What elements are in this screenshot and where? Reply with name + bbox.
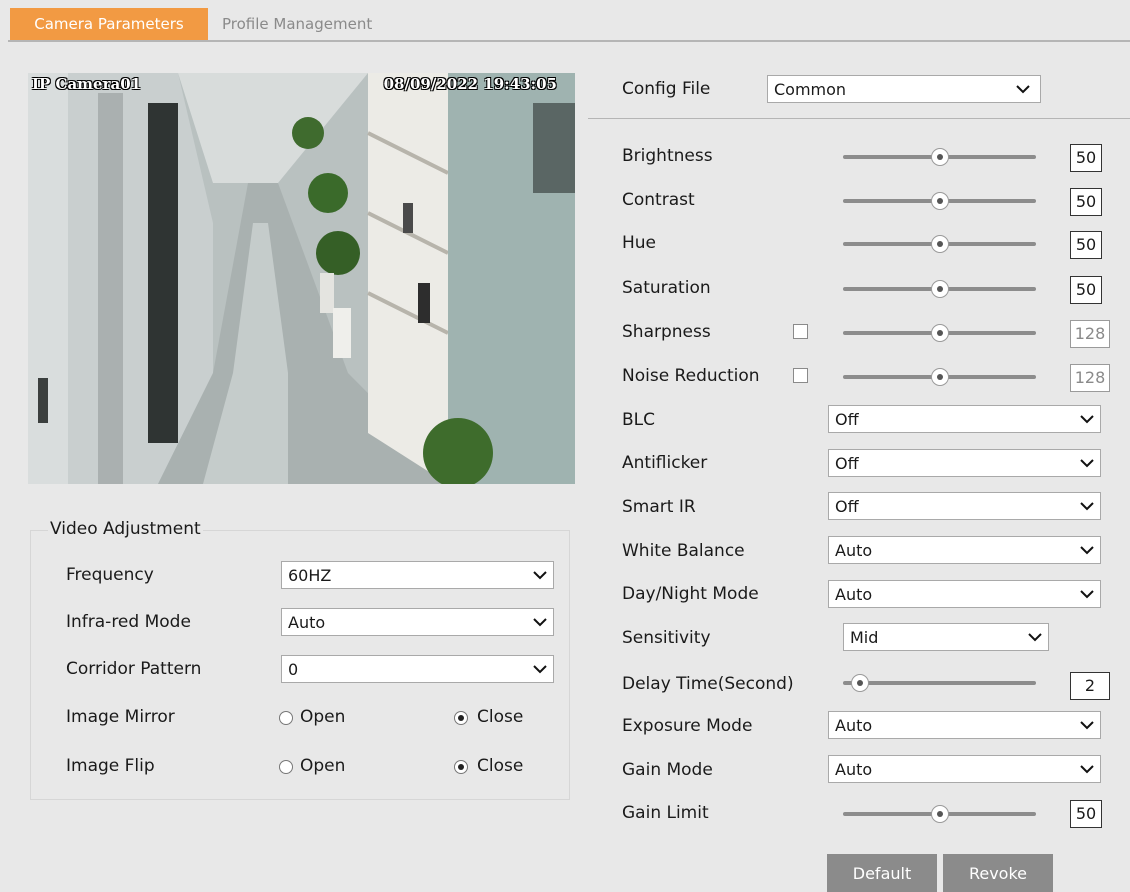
hue-slider-handle[interactable] <box>931 235 949 253</box>
blc-select[interactable]: Off <box>828 405 1101 433</box>
contrast-slider-handle[interactable] <box>931 192 949 210</box>
delay-time-value-field[interactable]: 2 <box>1070 672 1110 700</box>
brightness-value-field[interactable]: 50 <box>1070 144 1102 172</box>
contrast-label: Contrast <box>622 190 695 210</box>
noise-reduction-slider-handle[interactable] <box>931 368 949 386</box>
delay-time-slider-track[interactable] <box>843 681 1036 685</box>
white-balance-select[interactable]: Auto <box>828 536 1101 564</box>
noise-reduction-value-field[interactable]: 128 <box>1070 364 1110 392</box>
sharpness-slider-handle[interactable] <box>931 324 949 342</box>
image-flip-close-label: Close <box>477 756 524 776</box>
video-adjustment-title: Video Adjustment <box>48 519 203 539</box>
gain-limit-label: Gain Limit <box>622 803 709 823</box>
smart-ir-select[interactable]: Off <box>828 492 1101 520</box>
antiflicker-label: Antiflicker <box>622 453 708 473</box>
brightness-label: Brightness <box>622 146 713 166</box>
corridor-pattern-select[interactable]: 0 <box>281 655 554 683</box>
frequency-select[interactable]: 60HZ <box>281 561 554 589</box>
saturation-value-field[interactable]: 50 <box>1070 276 1102 304</box>
exposure-mode-label: Exposure Mode <box>622 716 753 736</box>
antiflicker-select[interactable]: Off <box>828 449 1101 477</box>
day-night-mode-label: Day/Night Mode <box>622 584 759 604</box>
revoke-button[interactable]: Revoke <box>943 854 1053 892</box>
gain-mode-label: Gain Mode <box>622 760 713 780</box>
config-file-select[interactable]: Common <box>767 75 1041 103</box>
image-mirror-label: Image Mirror <box>66 707 175 727</box>
default-button[interactable]: Default <box>827 854 937 892</box>
delay-time-slider-handle[interactable] <box>851 674 869 692</box>
brightness-slider-handle[interactable] <box>931 148 949 166</box>
corridor-scene-image <box>28 73 575 484</box>
sensitivity-label: Sensitivity <box>622 628 711 648</box>
sharpness-checkbox[interactable] <box>793 324 808 339</box>
saturation-slider-handle[interactable] <box>931 280 949 298</box>
sensitivity-select[interactable]: Mid <box>843 623 1049 651</box>
white-balance-label: White Balance <box>622 541 745 561</box>
smart-ir-label: Smart IR <box>622 497 696 517</box>
delay-time-label: Delay Time(Second) <box>622 674 794 694</box>
noise-reduction-label: Noise Reduction <box>622 366 760 386</box>
sharpness-value-field[interactable]: 128 <box>1070 320 1110 348</box>
config-divider <box>588 118 1130 119</box>
config-file-label: Config File <box>622 79 711 99</box>
sharpness-label: Sharpness <box>622 322 711 342</box>
image-flip-open-label: Open <box>300 756 346 776</box>
image-flip-close-radio[interactable] <box>454 760 468 774</box>
gain-limit-value-field[interactable]: 50 <box>1070 800 1102 828</box>
contrast-value-field[interactable]: 50 <box>1070 188 1102 216</box>
tab-divider <box>8 40 1130 42</box>
saturation-label: Saturation <box>622 278 711 298</box>
tab-profile-management[interactable]: Profile Management <box>208 8 386 40</box>
infrared-mode-label: Infra-red Mode <box>66 612 191 632</box>
image-mirror-open-label: Open <box>300 707 346 727</box>
day-night-mode-select[interactable]: Auto <box>828 580 1101 608</box>
gain-limit-slider-handle[interactable] <box>931 805 949 823</box>
frequency-label: Frequency <box>66 565 154 585</box>
image-mirror-close-label: Close <box>477 707 524 727</box>
infrared-mode-select[interactable]: Auto <box>281 608 554 636</box>
hue-label: Hue <box>622 233 657 253</box>
blc-label: BLC <box>622 410 656 430</box>
camera-name-overlay: IP Camera01 <box>32 75 142 93</box>
image-mirror-open-radio[interactable] <box>279 711 293 725</box>
gain-mode-select[interactable]: Auto <box>828 755 1101 783</box>
image-flip-label: Image Flip <box>66 756 155 776</box>
image-mirror-close-radio[interactable] <box>454 711 468 725</box>
hue-value-field[interactable]: 50 <box>1070 231 1102 259</box>
noise-reduction-checkbox[interactable] <box>793 368 808 383</box>
exposure-mode-select[interactable]: Auto <box>828 711 1101 739</box>
corridor-pattern-label: Corridor Pattern <box>66 659 202 679</box>
image-flip-open-radio[interactable] <box>279 760 293 774</box>
camera-preview: IP Camera01 08/09/2022 19:43:05 <box>28 73 575 484</box>
tab-camera-parameters[interactable]: Camera Parameters <box>10 8 208 40</box>
timestamp-overlay: 08/09/2022 19:43:05 <box>383 75 557 93</box>
